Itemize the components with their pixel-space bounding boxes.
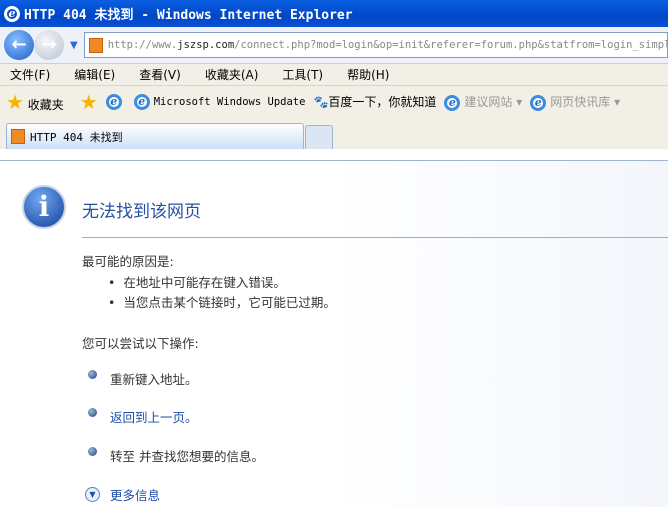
ie-icon: e [4,5,20,22]
cause-item: • 在地址中可能存在键入错误。 [108,275,286,290]
site-favicon [11,129,25,144]
new-tab-button[interactable] [305,125,333,149]
tab-strip: HTTP 404 未找到 [0,117,668,149]
bullet-icon [88,370,97,379]
link-ms-update[interactable]: e Microsoft Windows Update [133,93,306,110]
ie-link-icon[interactable]: e [105,93,122,110]
favorites-bar: ★ 收藏夹 ★ e e Microsoft Windows Update 🐾百度一… [0,85,668,117]
info-icon: i [22,185,66,229]
cause-label: 最可能的原因是: [82,254,174,269]
ie-icon: e [133,93,150,110]
page-content: i 无法找到该网页 最可能的原因是: • 在地址中可能存在键入错误。 • 当您点… [0,160,668,507]
try-label: 您可以尝试以下操作: [82,336,199,351]
cause-item: • 当您点击某个链接时，它可能已过期。 [108,295,336,310]
expand-icon[interactable]: ▼ [85,487,100,502]
menu-edit[interactable]: 编辑(E) [74,66,115,83]
favorites-label: 收藏夹 [27,97,64,112]
page-title: 无法找到该网页 [82,202,201,222]
link-label: 建议网站 [464,94,513,109]
site-favicon [88,37,103,53]
url-path: /connect.php?mod=login&op=init&referer=f… [234,39,668,51]
url-prefix: http://www. [107,39,178,51]
bullet-icon [88,408,97,417]
action-retype: 重新键入地址。 [110,372,198,387]
add-favorite-icon[interactable]: ★ [80,90,98,114]
title-bar: e HTTP 404 未找到 - Windows Internet Explore… [0,0,668,27]
link-suggested-sites[interactable]: e 建议网站 ▾ [444,93,522,111]
favorites-button[interactable]: ★ 收藏夹 [6,90,64,114]
link-baidu[interactable]: 🐾百度一下，你就知道 [313,93,436,110]
navigation-bar: ← → ▼ http://www. jszsp.com/connect.php?m… [0,27,668,63]
ie-icon: e [530,94,547,111]
menu-bar: 文件(F) 编辑(E) 查看(V) 收藏夹(A) 工具(T) 帮助(H) [0,63,668,85]
history-dropdown[interactable]: ▼ [70,40,78,51]
more-info-link[interactable]: 更多信息 [110,485,160,504]
menu-favorites[interactable]: 收藏夹(A) [205,66,259,83]
back-link[interactable]: 返回到上一页。 [110,407,198,426]
link-label: 百度一下，你就知道 [328,95,437,109]
menu-help[interactable]: 帮助(H) [347,66,389,83]
address-bar[interactable]: http://www. jszsp.com/connect.php?mod=log… [83,32,668,58]
link-web-slice[interactable]: e 网页快讯库 ▾ [530,93,620,111]
tab-active[interactable]: HTTP 404 未找到 [6,123,304,149]
forward-button[interactable]: → [34,30,64,60]
star-icon: ★ [6,89,24,114]
baidu-paw-icon: 🐾 [313,95,329,109]
link-label: 网页快讯库 [550,94,611,109]
action-goto: 转至 并查找您想要的信息。 [110,449,264,464]
menu-tools[interactable]: 工具(T) [282,66,323,83]
url-domain: jszsp.com [177,39,235,51]
bullet-icon [88,447,97,456]
cause-text: 在地址中可能存在键入错误。 [123,275,286,290]
divider [82,237,668,238]
link-label: Microsoft Windows Update [153,95,306,108]
ie-icon: e [444,94,461,111]
menu-file[interactable]: 文件(F) [10,66,50,83]
menu-view[interactable]: 查看(V) [139,66,181,83]
tab-title: HTTP 404 未找到 [30,130,123,144]
back-button[interactable]: ← [4,30,34,60]
cause-text: 当您点击某个链接时，它可能已过期。 [123,295,336,310]
window-title: HTTP 404 未找到 - Windows Internet Explorer [24,8,353,23]
